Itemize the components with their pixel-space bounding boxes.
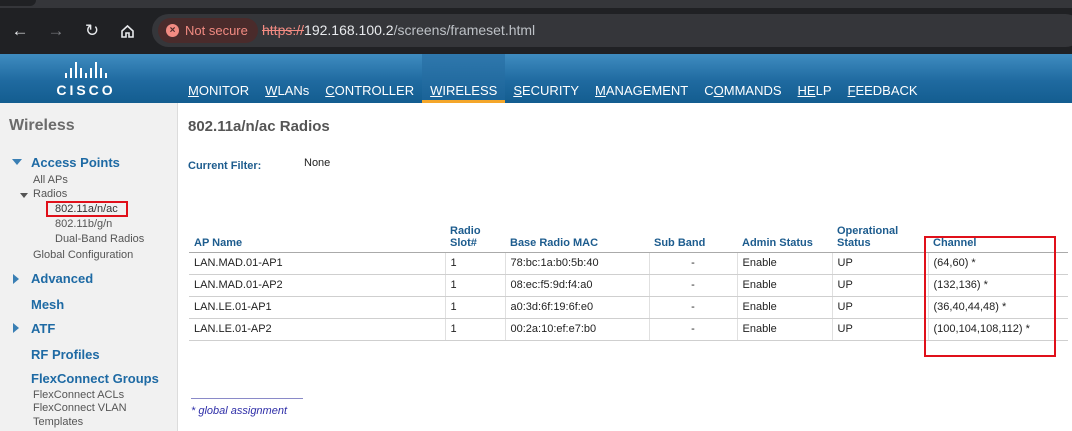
menu-help[interactable]: HELP xyxy=(790,54,840,103)
col-base-mac[interactable]: Base Radio MAC xyxy=(505,224,649,253)
cell-oper-status: UP xyxy=(832,296,929,319)
back-arrow-icon[interactable]: ← xyxy=(7,18,33,44)
menu-wlans[interactable]: WLANs xyxy=(257,54,317,103)
cell-slot: 1 xyxy=(445,274,506,297)
cell-ap-name[interactable]: LAN.MAD.01-AP1 xyxy=(189,252,446,275)
table-row[interactable]: LAN.LE.01-AP1 1 a0:3d:6f:19:6f:e0 - Enab… xyxy=(189,296,1068,319)
col-admin-status[interactable]: Admin Status xyxy=(737,224,832,253)
sidebar-item-global-config[interactable]: Global Configuration xyxy=(33,249,133,261)
forward-arrow-icon[interactable]: → xyxy=(43,18,69,44)
col-sub-band[interactable]: Sub Band xyxy=(649,224,737,253)
cell-mac: 00:2a:10:ef:e7:b0 xyxy=(505,318,650,341)
cell-mac: a0:3d:6f:19:6f:e0 xyxy=(505,296,650,319)
menu-controller[interactable]: CONTROLLER xyxy=(317,54,422,103)
cell-sub-band: - xyxy=(649,252,738,275)
cell-channel: (132,136) * xyxy=(928,274,1068,297)
security-label: Not secure xyxy=(185,23,248,38)
sidebar-item-all-aps[interactable]: All APs xyxy=(33,174,68,186)
main-menu: MONITOR WLANs CONTROLLER WIRELESS SECURI… xyxy=(180,54,926,103)
cell-channel: (36,40,44,48) * xyxy=(928,296,1068,319)
cell-ap-name[interactable]: LAN.LE.01-AP2 xyxy=(189,318,446,341)
sidebar-item-advanced[interactable]: Advanced xyxy=(31,271,93,286)
sidebar-item-flexconnect-acls[interactable]: FlexConnect ACLs xyxy=(33,389,124,401)
sidebar-item-flexconnect-vlan[interactable]: FlexConnect VLAN xyxy=(33,402,127,414)
cell-oper-status: UP xyxy=(832,252,929,275)
cell-admin-status: Enable xyxy=(737,318,833,341)
menu-monitor[interactable]: MONITOR xyxy=(180,54,257,103)
table-row[interactable]: LAN.MAD.01-AP1 1 78:bc:1a:b0:5b:40 - Ena… xyxy=(189,252,1068,275)
table-header-row: AP Name Radio Slot# Base Radio MAC Sub Ba… xyxy=(189,224,1068,253)
radios-table: AP Name Radio Slot# Base Radio MAC Sub Ba… xyxy=(189,224,1068,341)
cisco-logo: CISCO xyxy=(52,60,120,100)
security-chip[interactable]: × Not secure xyxy=(158,18,258,43)
col-ap-name[interactable]: AP Name xyxy=(189,224,445,253)
menu-management[interactable]: MANAGEMENT xyxy=(587,54,696,103)
url-host: 192.168.100.2 xyxy=(304,22,394,38)
cell-channel: (100,104,108,112) * xyxy=(928,318,1068,341)
cell-sub-band: - xyxy=(649,296,738,319)
cell-oper-status: UP xyxy=(832,274,929,297)
menu-wireless[interactable]: WIRELESS xyxy=(422,54,506,103)
address-bar[interactable]: × Not secure https://192.168.100.2/scree… xyxy=(152,14,1072,47)
caret-down-icon[interactable] xyxy=(20,193,28,198)
cell-ap-name[interactable]: LAN.LE.01-AP1 xyxy=(189,296,446,319)
not-secure-icon: × xyxy=(166,24,179,37)
caret-right-icon[interactable] xyxy=(13,323,19,333)
cell-sub-band: - xyxy=(649,274,738,297)
home-icon[interactable] xyxy=(114,18,140,44)
sidebar-item-radios[interactable]: Radios xyxy=(33,188,67,200)
menu-commands[interactable]: COMMANDS xyxy=(696,54,789,103)
cell-slot: 1 xyxy=(445,252,506,275)
tab-strip xyxy=(0,0,1072,8)
menu-feedback[interactable]: FEEDBACK xyxy=(840,54,926,103)
url-scheme: https:// xyxy=(262,22,305,38)
cell-admin-status: Enable xyxy=(737,296,833,319)
url-path: /screens/frameset.html xyxy=(393,22,536,38)
browser-tab[interactable] xyxy=(0,0,36,6)
menu-security[interactable]: SECURITY xyxy=(505,54,587,103)
sidebar: Wireless Access Points All APs Radios 80… xyxy=(0,103,178,431)
cell-slot: 1 xyxy=(445,318,506,341)
sidebar-item-atf[interactable]: ATF xyxy=(31,321,55,336)
cell-channel: (64,60) * xyxy=(928,252,1068,275)
cell-mac: 78:bc:1a:b0:5b:40 xyxy=(505,252,650,275)
cisco-wordmark: CISCO xyxy=(56,82,116,98)
sidebar-title: Wireless xyxy=(9,117,75,134)
page-title: 802.11a/n/ac Radios xyxy=(188,118,330,135)
col-channel[interactable]: Channel xyxy=(928,224,1068,253)
filter-value: None xyxy=(304,157,331,169)
sidebar-item-rf-profiles[interactable]: RF Profiles xyxy=(31,347,100,362)
browser-toolbar: ← → ↻ × Not secure https://192.168.100.2… xyxy=(0,0,1072,54)
sidebar-item-radio-b[interactable]: 802.11b/g/n xyxy=(55,218,112,230)
caret-right-icon[interactable] xyxy=(13,274,19,284)
url-text[interactable]: https://192.168.100.2/screens/frameset.h… xyxy=(262,22,535,38)
sidebar-item-mesh[interactable]: Mesh xyxy=(31,297,64,312)
table-row[interactable]: LAN.LE.01-AP2 1 00:2a:10:ef:e7:b0 - Enab… xyxy=(189,318,1068,341)
cisco-logo-bars xyxy=(52,60,120,78)
global-assignment-footnote: * global assignment xyxy=(191,405,288,417)
cell-admin-status: Enable xyxy=(737,274,833,297)
sidebar-item-radio-a[interactable]: 802.11a/n/ac xyxy=(46,201,128,217)
sidebar-item-access-points[interactable]: Access Points xyxy=(31,155,120,170)
cell-sub-band: - xyxy=(649,318,738,341)
cell-ap-name[interactable]: LAN.MAD.01-AP2 xyxy=(189,274,446,297)
cell-oper-status: UP xyxy=(832,318,929,341)
col-operational-status[interactable]: Operational Status xyxy=(832,224,928,253)
sidebar-item-templates[interactable]: Templates xyxy=(33,416,83,428)
reload-icon[interactable]: ↻ xyxy=(79,18,105,44)
col-radio-slot[interactable]: Radio Slot# xyxy=(445,224,505,253)
cell-slot: 1 xyxy=(445,296,506,319)
footnote-divider xyxy=(191,398,303,399)
sidebar-item-dual-band[interactable]: Dual-Band Radios xyxy=(55,233,144,245)
caret-down-icon[interactable] xyxy=(12,159,22,165)
table-row[interactable]: LAN.MAD.01-AP2 1 08:ec:f5:9d:f4:a0 - Ena… xyxy=(189,274,1068,297)
sidebar-item-flexconnect-groups[interactable]: FlexConnect Groups xyxy=(31,371,159,386)
main-content: 802.11a/n/ac Radios Current Filter: None… xyxy=(178,103,1072,431)
cell-mac: 08:ec:f5:9d:f4:a0 xyxy=(505,274,650,297)
top-header: CISCO MONITOR WLANs CONTROLLER WIRELESS … xyxy=(0,54,1072,103)
filter-label: Current Filter: xyxy=(188,160,262,172)
cell-admin-status: Enable xyxy=(737,252,833,275)
